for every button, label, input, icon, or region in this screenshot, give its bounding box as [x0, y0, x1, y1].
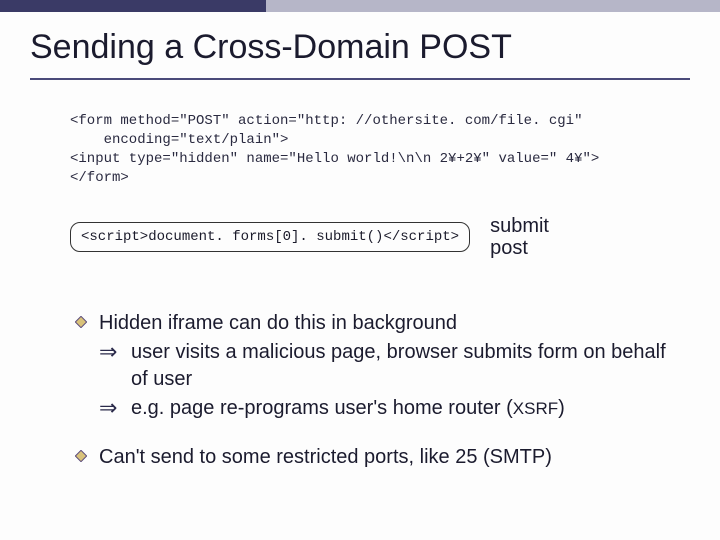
page-title: Sending a Cross-Domain POST [30, 28, 512, 67]
bullet-text-2: Can't send to some restricted ports, lik… [99, 444, 552, 471]
bullet-gap [75, 422, 680, 444]
script-annotation: submit post [490, 215, 549, 259]
bullet-text-1: Hidden iframe can do this in background [99, 310, 457, 337]
bullet-item-2: Can't send to some restricted ports, lik… [75, 444, 680, 471]
script-code-part2: ipt> [425, 229, 459, 245]
arrow-icon: ⇒ [99, 339, 119, 393]
slide: Sending a Cross-Domain POST <form method… [0, 0, 720, 540]
script-annotation-line2: post [490, 237, 528, 259]
diamond-bullet-icon [75, 450, 89, 471]
xsrf-label: XSRF [513, 399, 558, 418]
title-underline [30, 78, 690, 80]
sub-bullet-2: ⇒ e.g. page re-programs user's home rout… [99, 395, 680, 422]
sub-bullet-1-text: user visits a malicious page, browser su… [131, 339, 680, 393]
sub-bullet-1: ⇒ user visits a malicious page, browser … [99, 339, 680, 393]
script-row: <script>document. forms[0]. submit()</sc… [70, 215, 660, 259]
bullet-list: Hidden iframe can do this in background … [75, 310, 680, 473]
sub-bullet-2-text: e.g. page re-programs user's home router… [131, 395, 680, 422]
code-block-form: <form method="POST" action="http: //othe… [70, 112, 660, 188]
diamond-bullet-icon [75, 316, 89, 337]
bullet-item-1: Hidden iframe can do this in background [75, 310, 680, 337]
code-box-script: <script>document. forms[0]. submit()</sc… [70, 222, 470, 252]
stripe-dark-segment [0, 0, 266, 12]
script-code-part1: <script>document. forms[0]. submit()</sc… [81, 229, 425, 245]
slide-top-stripe [0, 0, 720, 14]
stripe-light-segment [266, 0, 720, 12]
sub-bullet-2-text-a: e.g. page re-programs user's home router… [131, 397, 513, 419]
arrow-icon: ⇒ [99, 395, 119, 422]
sub-bullet-2-text-c: ) [558, 397, 565, 419]
script-annotation-line1: submit [490, 215, 549, 237]
